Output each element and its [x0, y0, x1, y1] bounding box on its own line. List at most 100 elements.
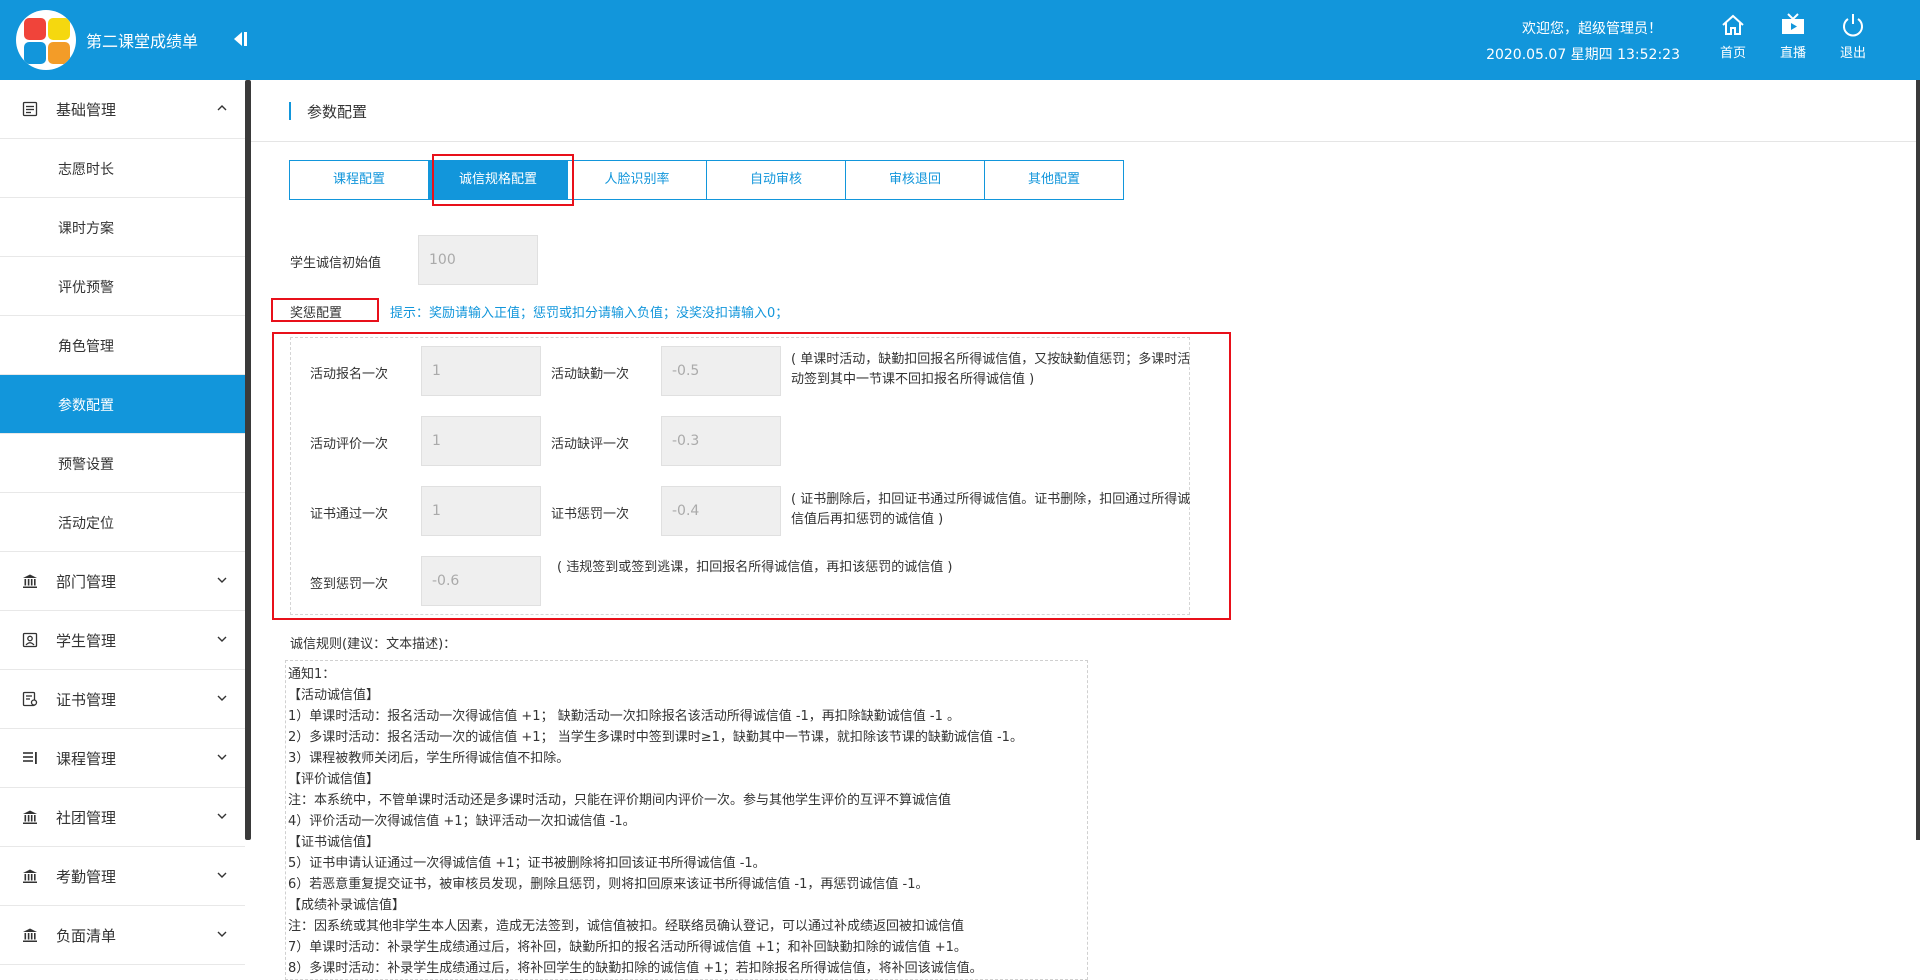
- current-datetime: 2020.05.07 星期四 13:52:23: [1486, 47, 1680, 63]
- rule-line: 4）评价活动一次得诚信值 +1；缺评活动一次扣诚信值 -1。: [288, 814, 636, 829]
- tab-course-config[interactable]: 课程配置: [289, 160, 429, 200]
- signup-input[interactable]: 1: [421, 346, 541, 396]
- sidebar: 基础管理 志愿时长 课时方案 评优预警 角色管理 参数配置 预警设置 活动定位 …: [0, 80, 245, 977]
- chevron-down-icon: [217, 754, 227, 760]
- menu-group-negative-list[interactable]: 负面清单: [0, 906, 245, 965]
- sidebar-item-role-management[interactable]: 角色管理: [0, 316, 245, 375]
- cert-penalty-input[interactable]: -0.4: [661, 486, 781, 536]
- sidebar-collapse-icon[interactable]: [230, 28, 250, 50]
- logout-button[interactable]: 退出: [1828, 12, 1878, 61]
- sidebar-item-activity-location[interactable]: 活动定位: [0, 493, 245, 552]
- initial-value-label: 学生诚信初始值: [290, 256, 382, 271]
- rule-line: 7）单课时活动：补录学生成绩通过后，将补回，缺勤所扣的报名活动所得诚信值 +1；…: [288, 940, 967, 955]
- tab-auto-review[interactable]: 自动审核: [706, 160, 846, 200]
- chevron-down-icon: [217, 813, 227, 819]
- menu-group-label: 考勤管理: [56, 868, 117, 886]
- checkin-penalty-label: 签到惩罚一次: [310, 577, 389, 592]
- missing-eval-label: 活动缺评一次: [551, 437, 630, 452]
- sidebar-item-volunteer-hours[interactable]: 志愿时长: [0, 139, 245, 198]
- live-button[interactable]: 直播: [1768, 12, 1818, 61]
- rule-line: 6）若恶意重复提交证书，被审核员发现，删除且惩罚，则将扣回原来该证书所得诚信值 …: [288, 877, 929, 892]
- sidebar-item-warning-settings[interactable]: 预警设置: [0, 434, 245, 493]
- absent-input[interactable]: -0.5: [661, 346, 781, 396]
- menu-group-course[interactable]: 课程管理: [0, 729, 245, 788]
- rules-label: 诚信规则(建议：文本描述)：: [290, 637, 457, 652]
- live-icon: [1782, 13, 1804, 34]
- tab-face-recognition[interactable]: 人脸识别率: [567, 160, 707, 200]
- sidebar-item-label: 志愿时长: [58, 162, 114, 178]
- student-icon: [22, 632, 38, 648]
- menu-group-label: 负面清单: [56, 927, 117, 945]
- menu-group-label: 部门管理: [56, 573, 117, 591]
- menu-group-label: 课程管理: [56, 750, 117, 768]
- sidebar-item-parameter-config[interactable]: 参数配置: [0, 375, 245, 434]
- rule-line: 【成绩补录诚信值】: [288, 898, 406, 913]
- menu-group-department[interactable]: 部门管理: [0, 552, 245, 611]
- cert-pass-input[interactable]: 1: [421, 486, 541, 536]
- chevron-down-icon: [217, 695, 227, 701]
- tab-review-return[interactable]: 审核退回: [845, 160, 985, 200]
- chevron-down-icon: [217, 636, 227, 642]
- sidebar-item-label: 活动定位: [58, 516, 114, 532]
- logout-label: 退出: [1839, 46, 1866, 61]
- tab-other-config[interactable]: 其他配置: [984, 160, 1124, 200]
- menu-group-label: 社团管理: [56, 809, 117, 827]
- rule-line: 【活动诚信值】: [288, 688, 380, 703]
- menu-group-basic[interactable]: 基础管理: [0, 80, 245, 139]
- power-icon: [1843, 14, 1863, 37]
- home-label: 首页: [1719, 46, 1746, 61]
- page-title: 参数配置: [307, 103, 368, 121]
- rule-line: 【评价诚信值】: [288, 772, 380, 787]
- bank-icon: [23, 869, 37, 883]
- chevron-down-icon: [217, 931, 227, 937]
- reward-hint: 提示：奖励请输入正值；惩罚或扣分请输入负值；没奖没扣请输入0；: [390, 306, 789, 321]
- rule-line: 通知1：: [288, 667, 336, 682]
- menu-group-label: 证书管理: [56, 691, 117, 709]
- menu-group-club[interactable]: 社团管理: [0, 788, 245, 847]
- menu-group-label: 基础管理: [56, 101, 117, 119]
- rule-line: 2）多课时活动：报名活动一次的诚信值 +1； 当学生多课时中签到课时≥1，缺勤其…: [288, 730, 1023, 745]
- menu-group-student[interactable]: 学生管理: [0, 611, 245, 670]
- title-marker: [289, 102, 291, 120]
- sidebar-item-label: 预警设置: [58, 457, 114, 473]
- sidebar-item-label: 评优预警: [58, 280, 114, 296]
- live-label: 直播: [1779, 46, 1806, 61]
- sidebar-item-label: 课时方案: [58, 221, 114, 237]
- welcome-text: 欢迎您，超级管理员！: [1522, 21, 1662, 37]
- signup-label: 活动报名一次: [310, 367, 389, 382]
- main-content: 参数配置 课程配置 诚信规格配置 人脸识别率 自动审核 审核退回 其他配置 学生…: [251, 80, 1916, 980]
- chevron-up-icon: [217, 105, 227, 111]
- rule-line: 3）课程被教师关闭后，学生所得诚信值不扣除。: [288, 751, 570, 766]
- rule-line: 5）证书申请认证通过一次得诚信值 +1；证书被删除将扣回该证书所得诚信值 -1。: [288, 856, 766, 871]
- rule-line: 8）多课时活动：补录学生成绩通过后，将补回学生的缺勤扣除的诚信值 +1；若扣除报…: [288, 961, 983, 976]
- reward-config-label: 奖惩配置: [290, 306, 343, 321]
- missing-eval-input[interactable]: -0.3: [661, 416, 781, 466]
- sidebar-item-lesson-plan[interactable]: 课时方案: [0, 198, 245, 257]
- app-logo: [16, 10, 76, 70]
- chevron-down-icon: [217, 577, 227, 583]
- sidebar-item-label: 参数配置: [58, 398, 114, 414]
- initial-value-input[interactable]: 100: [418, 235, 538, 285]
- page-title-bar: 参数配置: [251, 80, 1916, 142]
- page-scrollbar[interactable]: [1916, 80, 1920, 840]
- chevron-down-icon: [217, 872, 227, 878]
- rule-line: 1）单课时活动：报名活动一次得诚信值 +1； 缺勤活动一次扣除报名该活动所得诚信…: [288, 709, 961, 724]
- sidebar-item-label: 角色管理: [58, 339, 114, 355]
- list-icon: [22, 101, 38, 117]
- cert-note: ( 证书删除后，扣回证书通过所得诚信值。证书删除，扣回通过所得诚信值后再扣惩罚的…: [791, 492, 1191, 527]
- evaluate-input[interactable]: 1: [421, 416, 541, 466]
- absent-note: ( 单课时活动，缺勤扣回报名所得诚信值，又按缺勤值惩罚；多课时活动签到其中一节课…: [791, 352, 1191, 387]
- highlight-box-tab: [432, 154, 574, 206]
- menu-group-certificate[interactable]: 证书管理: [0, 670, 245, 729]
- bank-icon: [23, 928, 37, 942]
- home-button[interactable]: 首页: [1708, 12, 1758, 61]
- rule-line: 注：因系统或其他非学生本人因素，造成无法签到，诚信值被扣。经联络员确认登记，可以…: [288, 919, 965, 934]
- bank-icon: [23, 810, 37, 824]
- menu-group-attendance[interactable]: 考勤管理: [0, 847, 245, 906]
- rules-textarea[interactable]: 通知1： 【活动诚信值】 1）单课时活动：报名活动一次得诚信值 +1； 缺勤活动…: [285, 660, 1088, 980]
- sidebar-item-award-warning[interactable]: 评优预警: [0, 257, 245, 316]
- checkin-penalty-input[interactable]: -0.6: [421, 556, 541, 606]
- top-header: 第二课堂成绩单 欢迎您，超级管理员！ 2020.05.07 星期四 13:52:…: [0, 0, 1920, 80]
- absent-label: 活动缺勤一次: [551, 367, 630, 382]
- rule-line: 注：本系统中，不管单课时活动还是多课时活动，只能在评价期间内评价一次。参与其他学…: [288, 793, 952, 808]
